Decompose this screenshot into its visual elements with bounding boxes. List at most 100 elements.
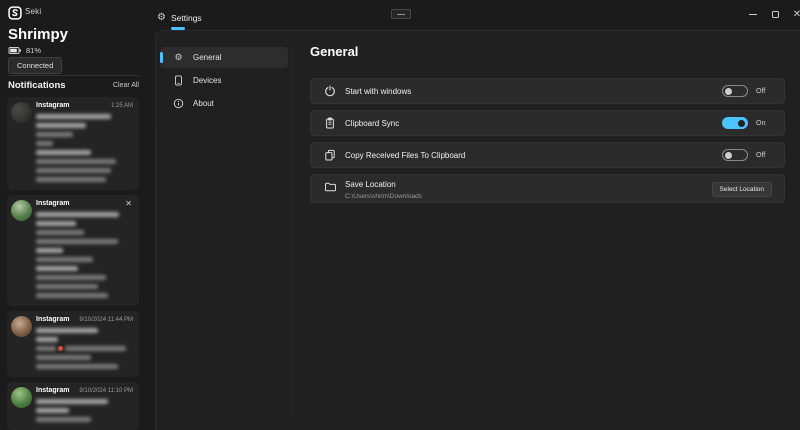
battery-percent: 81% — [26, 46, 41, 55]
redacted-line — [36, 237, 133, 246]
setting-label: Copy Received Files To Clipboard — [345, 151, 722, 160]
maximize-icon — [772, 11, 779, 18]
nav-item-label: General — [193, 53, 221, 62]
redacted-line — [36, 326, 133, 335]
notification-time: 1:25 AM — [111, 103, 133, 109]
redacted-line — [36, 139, 133, 148]
redacted-line — [36, 157, 133, 166]
redacted-line — [36, 335, 133, 344]
avatar — [11, 200, 32, 221]
redacted-line — [36, 273, 133, 282]
tab-settings-label: Settings — [171, 13, 202, 23]
redacted-line — [36, 175, 133, 184]
clear-all-button[interactable]: Clear All — [113, 82, 139, 89]
sidebar-item-devices[interactable]: Devices — [160, 70, 288, 91]
notification-app: Instagram — [36, 387, 69, 394]
connection-status-badge[interactable]: Connected — [8, 57, 62, 74]
device-name: Shrimpy — [8, 26, 68, 43]
redacted-line — [36, 210, 133, 219]
emoji-icon — [58, 346, 63, 351]
minimize-button[interactable] — [742, 0, 764, 28]
folder-icon — [323, 181, 336, 193]
minimize-icon — [749, 14, 757, 15]
redacted-line — [36, 166, 133, 175]
clipboard-sync-toggle[interactable] — [722, 117, 748, 129]
redacted-line — [36, 121, 133, 130]
notification-card[interactable]: Instagram 9/10/2024 11:44 PM — [7, 311, 139, 377]
copy-received-files-toggle[interactable] — [722, 149, 748, 161]
redacted-line — [36, 228, 133, 237]
redacted-line — [36, 344, 133, 353]
start-with-windows-toggle[interactable] — [722, 85, 748, 97]
app-title: Seki — [25, 7, 41, 16]
setting-row-clipboard-sync: Clipboard Sync On — [310, 110, 785, 136]
seki-window: Seki ✕ Shrimpy 81% Connected Notificatio… — [0, 0, 800, 430]
notification-app: Instagram — [36, 102, 69, 109]
power-icon — [323, 85, 336, 97]
setting-label: Save Location — [345, 180, 712, 189]
setting-label: Start with windows — [345, 87, 722, 96]
notifications-title: Notifications — [8, 80, 66, 91]
setting-row-save-location: Save Location C:\Users\shrim\Downloads S… — [310, 174, 785, 203]
page-title: General — [310, 44, 358, 59]
setting-label: Clipboard Sync — [345, 119, 722, 128]
redacted-line — [36, 397, 133, 406]
select-location-button[interactable]: Select Location — [712, 182, 772, 197]
redacted-line — [36, 264, 133, 273]
setting-row-copy-received-files: Copy Received Files To Clipboard Off — [310, 142, 785, 168]
toggle-knob — [725, 88, 732, 95]
redacted-line — [36, 219, 133, 228]
redacted-line — [36, 362, 133, 371]
notification-list: Instagram 1:25 AM Instagram ✕ Instagram 9/10/… — [7, 97, 139, 430]
toggle-knob — [725, 152, 732, 159]
setting-row-start-with-windows: Start with windows Off — [310, 78, 785, 104]
toggle-state-label: Off — [756, 88, 772, 95]
notification-card[interactable]: Instagram 1:25 AM — [7, 97, 139, 190]
avatar — [11, 102, 32, 123]
toggle-knob — [738, 120, 745, 127]
avatar — [11, 316, 32, 337]
notification-app: Instagram — [36, 316, 69, 323]
gear-icon: ⚙ — [157, 13, 166, 23]
app-logo-icon — [8, 6, 22, 20]
redacted-line — [36, 130, 133, 139]
nav-item-label: About — [193, 99, 214, 108]
toggle-state-label: On — [756, 120, 772, 127]
phone-icon — [173, 75, 184, 86]
notification-time: 9/10/2024 11:44 PM — [79, 317, 133, 323]
redacted-line — [36, 148, 133, 157]
avatar — [11, 387, 32, 408]
sidebar-divider — [7, 75, 139, 76]
gear-icon: ⚙ — [173, 53, 184, 62]
sidebar-item-about[interactable]: About — [160, 93, 288, 114]
maximize-button[interactable] — [764, 0, 786, 28]
notification-app: Instagram — [36, 200, 69, 207]
notification-card[interactable]: Instagram 9/10/2024 11:10 PM — [7, 382, 139, 430]
nav-item-label: Devices — [193, 76, 221, 85]
redacted-line — [36, 112, 133, 121]
redacted-line — [36, 246, 133, 255]
close-icon[interactable]: ✕ — [125, 199, 132, 208]
save-location-path: C:\Users\shrim\Downloads — [345, 193, 712, 200]
tab-settings[interactable]: ⚙ Settings — [157, 13, 202, 23]
battery-status: 81% — [8, 45, 41, 56]
redacted-line — [36, 291, 133, 300]
toggle-state-label: Off — [756, 152, 772, 159]
copy-icon — [323, 149, 336, 161]
close-button[interactable]: ✕ — [786, 0, 800, 28]
redacted-line — [36, 282, 133, 291]
info-icon — [173, 98, 184, 109]
redacted-line — [36, 415, 133, 424]
redacted-line — [36, 406, 133, 415]
nav-content-divider — [291, 42, 292, 420]
notification-card[interactable]: Instagram ✕ — [7, 195, 139, 306]
redacted-line — [36, 353, 133, 362]
clipboard-icon — [323, 117, 336, 129]
close-icon: ✕ — [793, 9, 800, 20]
sidebar-item-general[interactable]: ⚙ General — [160, 47, 288, 68]
titlebar-handle-widget[interactable] — [391, 9, 411, 19]
redacted-line — [36, 255, 133, 264]
battery-icon — [8, 45, 22, 56]
dash-icon — [397, 14, 405, 15]
notification-time: 9/10/2024 11:10 PM — [79, 388, 133, 394]
